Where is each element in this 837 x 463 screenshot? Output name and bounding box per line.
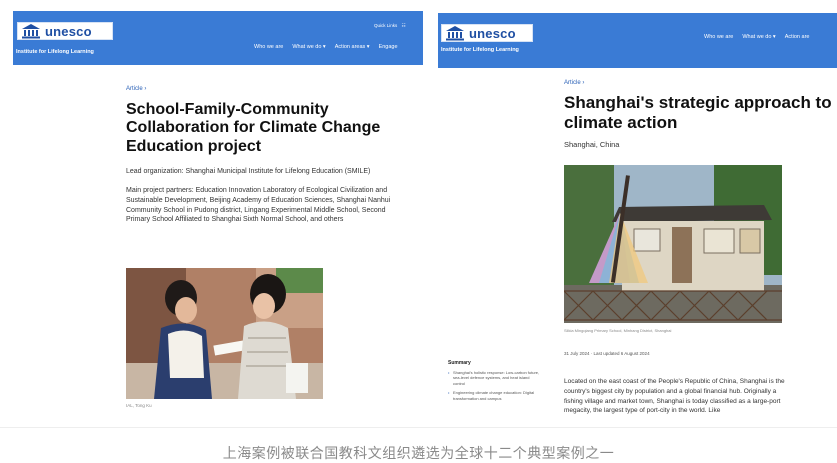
article-title: Shanghai's strategic approach to climate… [564,93,832,132]
students-photo [126,268,323,399]
nav-engage[interactable]: Engage [379,44,398,50]
summary-item[interactable]: • Shanghai's holistic response: Low-carb… [448,370,540,386]
quick-links-link[interactable]: Quick Links ☷ [374,23,406,29]
temple-icon [22,24,40,39]
main-nav: Who we are What we do ▾ Action are [704,34,809,40]
nav-what-we-do[interactable]: What we do ▾ [292,44,325,50]
institute-name: Institute for Lifelong Learning [441,47,519,53]
unesco-logo[interactable]: unesco [17,22,113,40]
summary-item[interactable]: • Engineering climate change education: … [448,390,540,401]
photo-caption: IAL, Tong Ku [126,403,152,408]
article-location: Shanghai, China [564,140,620,150]
nav-action-areas[interactable]: Action are [785,34,810,40]
nav-action-areas[interactable]: Action areas ▾ [335,44,370,50]
breadcrumb[interactable]: Article › [126,86,396,92]
article-title: School-Family-Community Collaboration fo… [126,101,381,155]
right-article-screenshot: unesco Institute for Lifelong Learning W… [438,13,837,425]
article-body: Located on the east coast of the People'… [564,378,785,415]
summary-title: Summary [448,360,471,366]
nav-who-we-are[interactable]: Who we are [704,34,733,40]
school-building-photo [564,165,782,323]
breadcrumb[interactable]: Article › [564,80,837,86]
logo-text: unesco [45,23,92,39]
article-content: Article › School-Family-Community Collab… [126,86,396,225]
photo-caption: Silkia Mingqiang Primary School, Minhang… [564,328,672,333]
article-date: 31 July 2024 · Last updated 6 August 202… [564,351,650,356]
grid-icon: ☷ [401,23,406,28]
institute-name: Institute for Lifelong Learning [16,49,94,55]
logo-text: unesco [469,25,516,41]
article-content: Article › Shanghai's strategic approach … [564,80,837,151]
image-caption: 上海案例被联合国教科文组织遴选为全球十二个典型案例之一 [222,445,615,461]
unesco-header-bar: unesco Institute for Lifelong Learning Q… [13,11,423,65]
summary-panel: Summary • Shanghai's holistic response: … [448,360,540,401]
nav-what-we-do[interactable]: What we do ▾ [742,34,775,40]
main-nav: Who we are What we do ▾ Action areas ▾ E… [254,44,398,50]
temple-icon [446,26,464,41]
unesco-header-bar: unesco Institute for Lifelong Learning W… [438,13,837,68]
unesco-logo[interactable]: unesco [441,24,533,42]
lead-organization: Lead organization: Shanghai Municipal In… [126,168,371,176]
project-partners: Main project partners: Education Innovat… [126,186,391,224]
caption-divider [0,427,837,428]
left-article-screenshot: unesco Institute for Lifelong Learning Q… [13,11,423,421]
nav-who-we-are[interactable]: Who we are [254,44,283,50]
